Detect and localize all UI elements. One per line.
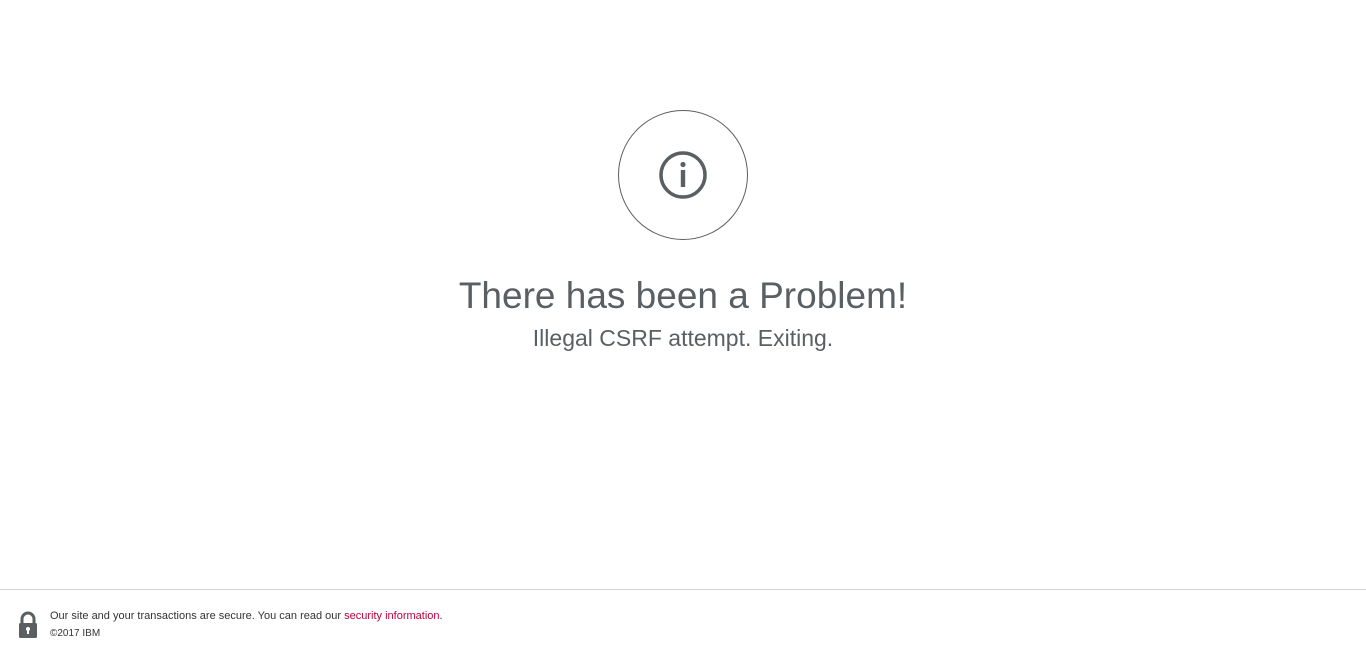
info-icon [659,151,707,199]
info-circle [618,110,748,240]
security-information-link[interactable]: security information [344,610,439,622]
error-title: There has been a Problem! [458,275,908,316]
footer: Our site and your transactions are secur… [0,589,1366,659]
error-message-area: There has been a Problem! Illegal CSRF a… [0,0,1366,589]
security-notice-text: Our site and your transactions are secur… [50,610,345,622]
error-page: There has been a Problem! Illegal CSRF a… [0,0,1366,659]
security-notice-period: . [439,610,443,622]
lock-icon [19,611,37,638]
security-notice: Our site and your transactions are secur… [50,610,443,623]
error-detail: Illegal CSRF attempt. Exiting. [532,325,834,351]
copyright: ©2017 IBM [50,628,101,639]
